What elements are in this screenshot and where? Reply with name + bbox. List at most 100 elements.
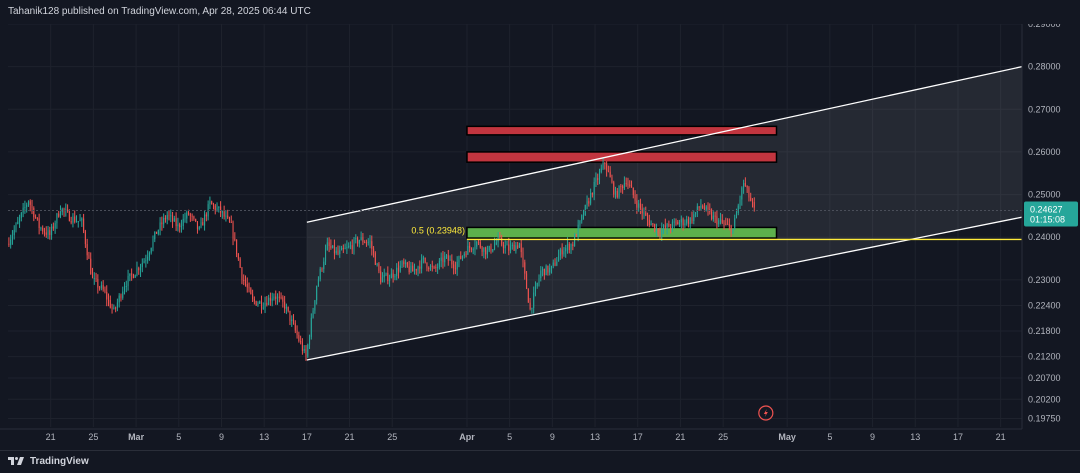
time-tick-label: 13 (590, 432, 600, 442)
candle-down (294, 323, 296, 331)
time-tick-label: 17 (633, 432, 643, 442)
candle-up (563, 251, 565, 255)
candle-up (72, 216, 74, 223)
candle-up (463, 253, 465, 256)
candle-up (504, 244, 506, 249)
candle-down (629, 184, 631, 186)
price-tick-label: 0.21200 (1028, 352, 1061, 362)
candle-down (572, 244, 574, 247)
candle-up (741, 187, 743, 200)
candle-up (40, 227, 42, 229)
candle-down (220, 206, 222, 213)
candle-down (243, 279, 245, 281)
candle-down (668, 223, 670, 228)
candle-up (355, 238, 357, 240)
time-tick-label: 25 (718, 432, 728, 442)
candle-up (449, 259, 451, 261)
candle-up (81, 218, 83, 221)
candle-down (447, 255, 449, 261)
candle-up (20, 212, 22, 218)
candle-down (70, 220, 72, 223)
candle-up (476, 241, 478, 247)
candle-up (536, 283, 538, 287)
candle-up (577, 224, 579, 237)
candle-down (195, 218, 197, 222)
candle-down (636, 200, 638, 208)
time-tick-label: May (778, 432, 796, 442)
candle-down (454, 268, 456, 270)
candle-down (196, 221, 198, 229)
candle-down (99, 287, 101, 289)
candle-up (51, 226, 53, 235)
candle-down (228, 217, 231, 223)
candle-down (188, 212, 190, 215)
candle-up (349, 245, 351, 247)
price-axis (1022, 24, 1080, 429)
candle-down (387, 273, 389, 282)
candle-up (314, 300, 316, 311)
candle-up (559, 249, 561, 256)
candle-up (291, 319, 293, 322)
time-tick-label: 5 (507, 432, 512, 442)
candle-down (287, 306, 289, 311)
candle-down (351, 245, 353, 250)
candle-up (673, 221, 675, 223)
candle-down (172, 215, 174, 222)
candle-up (595, 178, 597, 182)
candle-down (223, 211, 225, 217)
candle-down (202, 222, 204, 226)
candle-up (11, 235, 13, 240)
candle-up (276, 296, 279, 299)
candle-down (29, 201, 31, 205)
candle-down (517, 245, 519, 248)
candle-up (268, 297, 270, 306)
candle-down (611, 177, 613, 183)
candle-up (348, 246, 350, 248)
candle-down (49, 230, 51, 235)
candle-down (433, 266, 435, 268)
candle-up (598, 172, 601, 180)
candle-down (415, 269, 417, 271)
candle-up (488, 246, 490, 251)
candle-up (396, 267, 398, 276)
candle-down (508, 244, 510, 251)
candle-up (405, 262, 407, 265)
candle-up (113, 307, 115, 309)
candle-up (173, 218, 175, 222)
candle-down (179, 224, 181, 228)
candle-down (711, 211, 713, 220)
candle-down (702, 205, 704, 209)
candle-down (374, 253, 376, 265)
candle-up (127, 275, 129, 286)
candle-up (390, 273, 392, 279)
candle-up (319, 268, 321, 280)
candle-down (371, 241, 373, 249)
candle-up (186, 212, 188, 219)
candle-down (499, 236, 501, 238)
candle-down (526, 273, 528, 289)
candle-down (97, 279, 99, 288)
candle-down (131, 273, 133, 275)
candle-up (581, 215, 583, 221)
candle-up (134, 275, 136, 278)
candle-up (437, 267, 439, 269)
candle-down (634, 195, 636, 201)
candle-up (389, 278, 391, 282)
candle-up (534, 286, 536, 293)
candle-up (154, 231, 156, 240)
chart-area[interactable]: 0.5 (0.23948)0.290000.280000.270000.2600… (0, 0, 1080, 472)
candle-down (43, 231, 46, 233)
time-tick-label: 21 (46, 432, 56, 442)
candle-up (346, 247, 348, 249)
candle-down (620, 185, 622, 187)
candle-up (75, 221, 78, 223)
tradingview-brand[interactable]: TradingView (8, 455, 89, 467)
candle-up (458, 256, 460, 263)
fib-label: 0.5 (0.23948) (411, 225, 465, 235)
candle-down (554, 262, 556, 266)
candle-down (357, 238, 359, 244)
candle-down (529, 302, 531, 309)
time-tick-label: 21 (675, 432, 685, 442)
candle-down (630, 185, 633, 188)
candle-up (271, 298, 273, 301)
